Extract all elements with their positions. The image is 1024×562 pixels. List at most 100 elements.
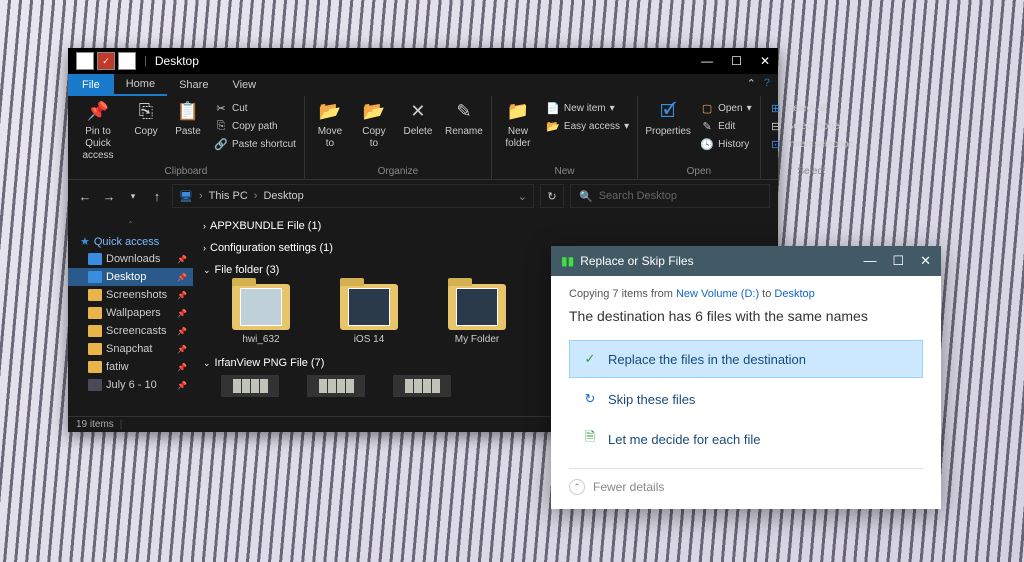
tab-view[interactable]: View <box>220 74 268 96</box>
move-to-icon: 📂 <box>316 100 344 124</box>
properties-icon: 🗹 <box>654 100 682 124</box>
qat-icon-2[interactable]: ✓ <box>97 52 115 70</box>
close-button[interactable]: ✕ <box>760 54 770 68</box>
select-all-button[interactable]: ⊞Select all <box>767 100 856 116</box>
pc-icon: 🖥 <box>179 190 193 203</box>
pin-to-quick-access-button[interactable]: 📌 Pin to Quick access <box>74 98 122 164</box>
breadcrumb-desktop[interactable]: Desktop <box>263 190 303 202</box>
copy-to-button[interactable]: 📂Copy to <box>355 98 393 164</box>
dialog-close-button[interactable]: ✕ <box>920 253 931 269</box>
titlebar-separator: | <box>144 55 147 67</box>
sidebar-item-fatiw[interactable]: fatiw📌 <box>68 358 193 376</box>
delete-button[interactable]: ✕Delete <box>399 98 437 164</box>
qat-icon-1[interactable]: ▭ <box>76 52 94 70</box>
minimize-button[interactable]: — <box>701 54 713 68</box>
folder-myfolder[interactable]: My Folder <box>437 284 517 345</box>
image-thumbnail[interactable] <box>221 375 279 397</box>
dialog-titlebar[interactable]: ▮▮ Replace or Skip Files — ☐ ✕ <box>551 246 941 276</box>
back-button[interactable]: ← <box>76 189 94 204</box>
open-button[interactable]: ▢Open ▾ <box>698 100 754 116</box>
new-item-button[interactable]: 📄New item ▾ <box>544 100 631 116</box>
dialog-minimize-button[interactable]: — <box>863 253 876 269</box>
sidebar-item-july[interactable]: July 6 - 10📌 <box>68 376 193 394</box>
fewer-details-link[interactable]: Fewer details <box>593 480 664 494</box>
edit-button[interactable]: ✎Edit <box>698 118 754 134</box>
invert-selection-icon: ⊡ <box>769 137 783 151</box>
image-thumbnail[interactable] <box>307 375 365 397</box>
option-skip[interactable]: ↻ Skip these files <box>569 380 923 418</box>
folder-icon <box>88 343 102 355</box>
search-icon: 🔍 <box>579 190 593 203</box>
history-icon: 🕓 <box>700 137 714 151</box>
copy-to-icon: 📂 <box>360 100 388 124</box>
destination-link[interactable]: Desktop <box>774 288 814 300</box>
quick-access-header[interactable]: ★ Quick access <box>68 233 193 250</box>
sidebar-item-screenshots[interactable]: Screenshots📌 <box>68 286 193 304</box>
dialog-maximize-button[interactable]: ☐ <box>892 253 904 269</box>
titlebar[interactable]: ▭ ✓ ▭ | Desktop — ☐ ✕ <box>68 48 778 74</box>
copy-path-button[interactable]: ⎘Copy path <box>212 118 298 134</box>
downloads-icon <box>88 253 102 265</box>
sidebar-item-wallpapers[interactable]: Wallpapers📌 <box>68 304 193 322</box>
new-item-icon: 📄 <box>546 101 560 115</box>
ribbon-group-select: ⊞Select all ⊟Select none ⊡Invert selecti… <box>761 96 862 179</box>
dialog-copy-info: Copying 7 items from New Volume (D:) to … <box>569 288 923 300</box>
search-box[interactable]: 🔍 Search Desktop <box>570 184 770 208</box>
sidebar-item-desktop[interactable]: Desktop📌 <box>68 268 193 286</box>
tab-share[interactable]: Share <box>167 74 220 96</box>
select-none-button[interactable]: ⊟Select none <box>767 118 856 134</box>
properties-button[interactable]: 🗹Properties <box>644 98 692 164</box>
navigation-bar: ← → ▾ ↑ 🖥 › This PC › Desktop ⌄ ↻ 🔍 Sear… <box>68 180 778 212</box>
folder-icon <box>88 307 102 319</box>
delete-icon: ✕ <box>404 100 432 124</box>
new-folder-button[interactable]: 📁New folder <box>498 98 538 164</box>
ribbon-group-organize: 📂Move to 📂Copy to ✕Delete ✎Rename Organi… <box>305 96 492 179</box>
refresh-button[interactable]: ↻ <box>540 184 564 208</box>
cut-icon: ✂ <box>214 101 228 115</box>
help-icon[interactable]: ? <box>764 77 770 93</box>
copy-path-icon: ⎘ <box>214 119 228 133</box>
source-link[interactable]: New Volume (D:) <box>676 288 759 300</box>
move-to-button[interactable]: 📂Move to <box>311 98 349 164</box>
option-replace[interactable]: ✓ Replace the files in the destination <box>569 340 923 378</box>
forward-button[interactable]: → <box>100 189 118 204</box>
item-count: 19 items <box>76 419 114 430</box>
open-icon: ▢ <box>700 101 714 115</box>
breadcrumb-this-pc[interactable]: This PC <box>209 190 248 202</box>
rename-icon: ✎ <box>450 100 478 124</box>
menu-bar: File Home Share View ⌃ ? <box>68 74 778 96</box>
folder-icon <box>88 289 102 301</box>
qat-icon-3[interactable]: ▭ <box>118 52 136 70</box>
ribbon-group-clipboard: 📌 Pin to Quick access ⎘ Copy 📋 Paste ✂Cu… <box>68 96 305 179</box>
edit-icon: ✎ <box>700 119 714 133</box>
file-menu[interactable]: File <box>68 74 114 96</box>
history-button[interactable]: 🕓History <box>698 136 754 152</box>
desktop-icon <box>88 271 102 283</box>
paste-shortcut-button[interactable]: 🔗Paste shortcut <box>212 136 298 152</box>
sidebar-item-screencasts[interactable]: Screencasts📌 <box>68 322 193 340</box>
navigation-pane: ⌃ ★ Quick access Downloads📌 Desktop📌 Scr… <box>68 212 193 416</box>
checkmark-icon: ✓ <box>582 351 598 367</box>
cut-button[interactable]: ✂Cut <box>212 100 298 116</box>
ribbon: 📌 Pin to Quick access ⎘ Copy 📋 Paste ✂Cu… <box>68 96 778 180</box>
recent-locations-button[interactable]: ▾ <box>124 191 142 202</box>
paste-button[interactable]: 📋 Paste <box>170 98 206 164</box>
sidebar-item-downloads[interactable]: Downloads📌 <box>68 250 193 268</box>
paste-icon: 📋 <box>174 100 202 124</box>
tab-home[interactable]: Home <box>114 74 167 96</box>
maximize-button[interactable]: ☐ <box>731 54 742 68</box>
copy-button[interactable]: ⎘ Copy <box>128 98 164 164</box>
invert-selection-button[interactable]: ⊡Invert selection <box>767 136 856 152</box>
rename-button[interactable]: ✎Rename <box>443 98 485 164</box>
folder-hwi632[interactable]: hwi_632 <box>221 284 301 345</box>
folder-icon <box>88 361 102 373</box>
ribbon-collapse-icon[interactable]: ⌃ <box>747 77 756 93</box>
up-button[interactable]: ↑ <box>148 189 166 204</box>
option-decide[interactable]: 🗎 Let me decide for each file <box>569 420 923 458</box>
image-thumbnail[interactable] <box>393 375 451 397</box>
address-bar[interactable]: 🖥 › This PC › Desktop ⌄ <box>172 184 534 208</box>
group-appxbundle[interactable]: ›APPXBUNDLE File (1) <box>203 218 768 234</box>
sidebar-item-snapchat[interactable]: Snapchat📌 <box>68 340 193 358</box>
easy-access-button[interactable]: 📂Easy access ▾ <box>544 118 631 134</box>
folder-ios14[interactable]: iOS 14 <box>329 284 409 345</box>
